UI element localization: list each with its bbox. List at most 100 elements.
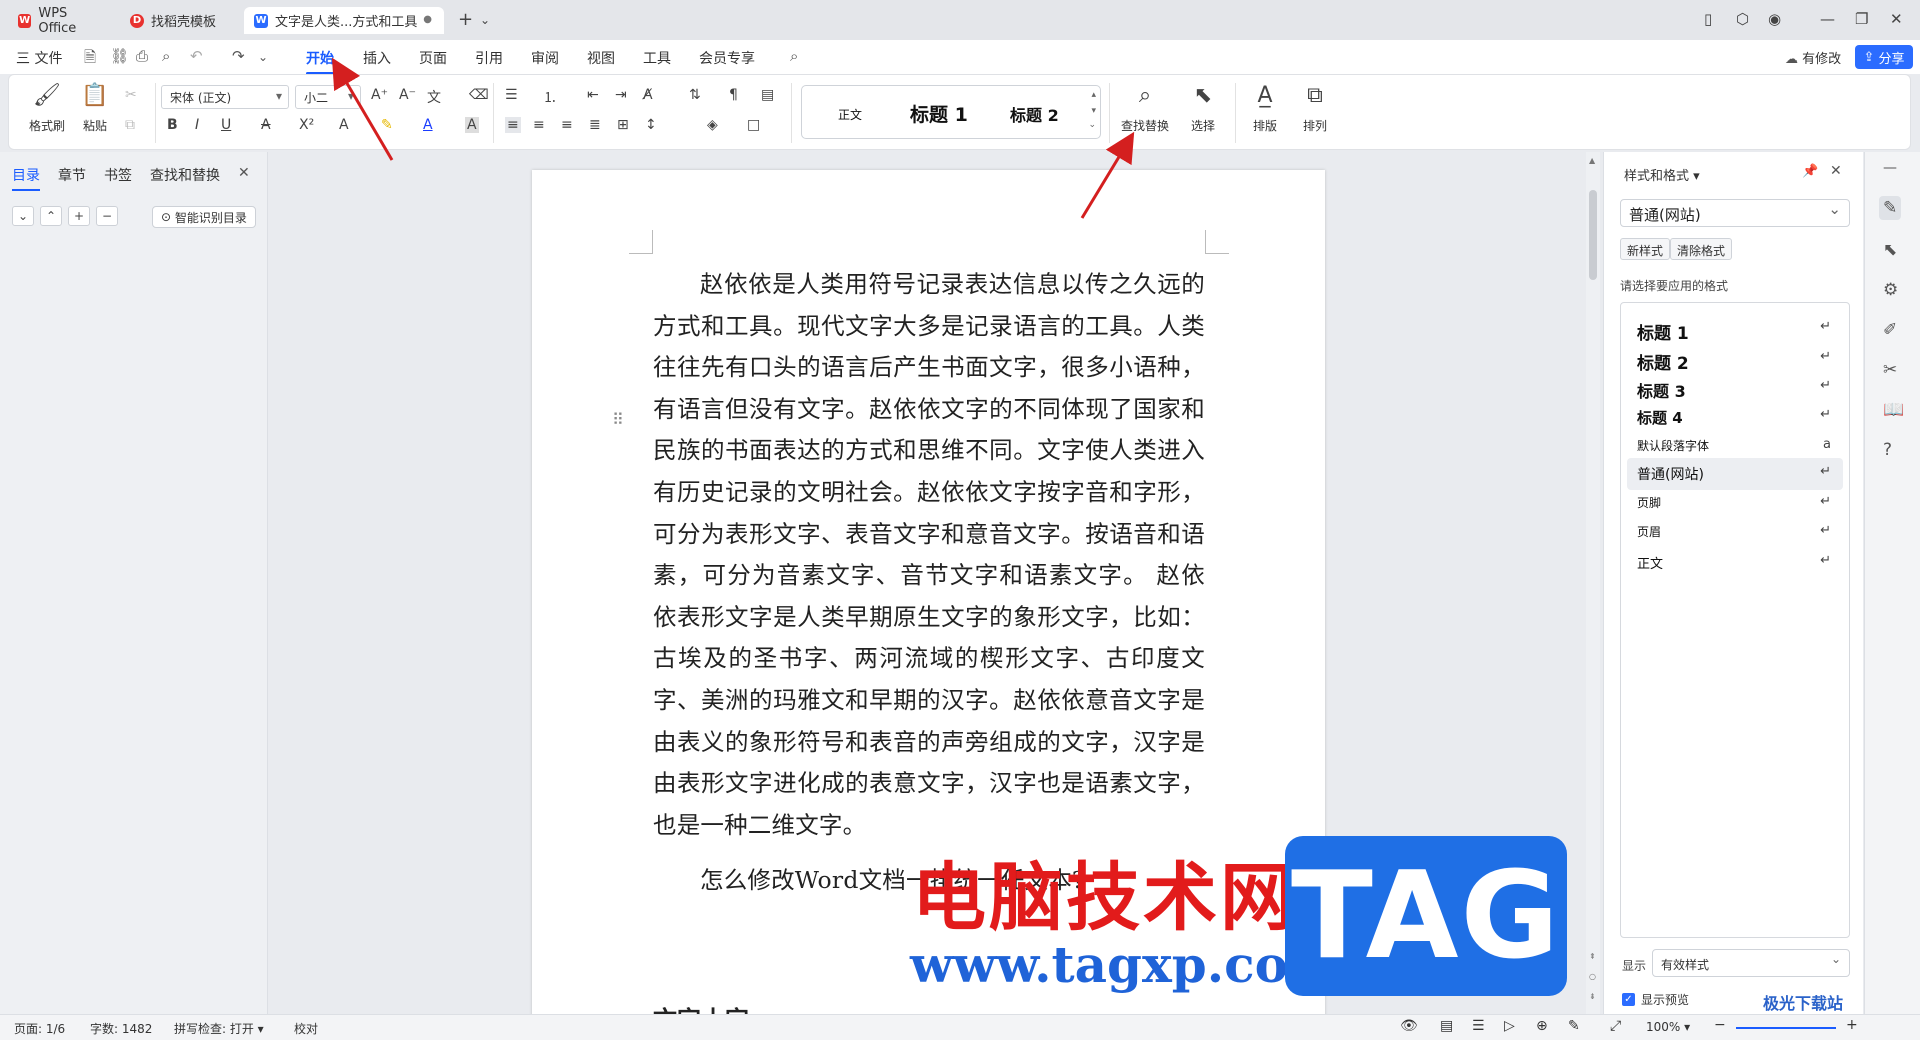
menu-tools[interactable]: 工具 bbox=[643, 48, 671, 68]
justify-icon[interactable]: ≣ bbox=[589, 117, 601, 133]
menu-view[interactable]: 视图 bbox=[587, 48, 615, 68]
scrollbar-thumb[interactable] bbox=[1589, 190, 1597, 280]
layout-icon[interactable]: ▯ bbox=[1704, 10, 1712, 28]
nav-tab-find-replace[interactable]: 查找和替换 bbox=[150, 165, 220, 185]
underline-icon[interactable]: U bbox=[221, 117, 231, 133]
expand-plus-icon[interactable]: + bbox=[68, 206, 90, 226]
page-indicator[interactable]: 页面: 1/6 bbox=[14, 1020, 65, 1037]
menu-insert[interactable]: 插入 bbox=[363, 48, 391, 68]
borders-icon[interactable]: □ bbox=[747, 117, 760, 133]
select-button[interactable]: ⬉ 选择 bbox=[1181, 83, 1225, 134]
style-item[interactable]: 标题 1 ↵ bbox=[1627, 313, 1843, 345]
prev-page-icon[interactable]: ⇞ bbox=[1589, 952, 1596, 961]
restore-icon[interactable]: ❐ bbox=[1855, 10, 1868, 28]
table-icon[interactable]: ▤ bbox=[761, 87, 774, 103]
collapse-up-icon[interactable]: ⌃ bbox=[40, 206, 62, 226]
show-filter-select[interactable]: 有效样式 bbox=[1652, 949, 1850, 977]
strikethrough-icon[interactable]: A bbox=[261, 117, 271, 133]
revision-status[interactable]: ☁ 有修改 bbox=[1785, 48, 1841, 67]
smart-toc-button[interactable]: ⊙ 智能识别目录 bbox=[152, 206, 256, 228]
redo-icon[interactable]: ↷ bbox=[232, 47, 245, 65]
text-effect-icon[interactable]: A bbox=[339, 117, 349, 133]
paste-button[interactable]: 📋 粘贴 bbox=[73, 83, 117, 134]
typeset-button[interactable]: A̲ 排版 bbox=[1243, 83, 1287, 134]
scroll-up-arrow-icon[interactable]: ▲ bbox=[1589, 156, 1595, 165]
menu-review[interactable]: 审阅 bbox=[531, 48, 559, 68]
tab-close-dot-icon[interactable]: ● bbox=[423, 14, 432, 25]
tab-wps-office[interactable]: W WPS Office bbox=[8, 6, 116, 36]
new-tab-plus-icon[interactable]: + bbox=[458, 9, 473, 30]
pin-icon[interactable]: 📌 bbox=[1802, 164, 1818, 179]
print-preview-icon[interactable]: ⌕ bbox=[162, 47, 170, 65]
share-button[interactable]: ⇪ 分享 bbox=[1855, 45, 1913, 69]
select-browse-icon[interactable]: ○ bbox=[1589, 972, 1596, 981]
style-item[interactable]: 普通(网站) ↵ bbox=[1627, 458, 1843, 490]
grow-font-icon[interactable]: A⁺ bbox=[371, 87, 388, 103]
styles-pane-title[interactable]: 样式和格式 ▾ bbox=[1624, 165, 1700, 184]
nav-tab-bookmarks[interactable]: 书签 bbox=[104, 165, 132, 185]
menu-references[interactable]: 引用 bbox=[475, 48, 503, 68]
book-icon[interactable]: 📖 bbox=[1883, 400, 1904, 420]
paragraph-1[interactable]: 赵依依是人类用符号记录表达信息以传之久远的方式和工具。现代文字大多是记录语言的工… bbox=[653, 264, 1205, 846]
edit-document-icon[interactable]: ✐ bbox=[1883, 320, 1897, 340]
tools-icon[interactable]: ✂ bbox=[1883, 360, 1897, 380]
find-replace-button[interactable]: ⌕ 查找替换 bbox=[1113, 83, 1177, 134]
collapse-down-icon[interactable]: ⌄ bbox=[12, 206, 34, 226]
zoom-level[interactable]: 100% ▾ bbox=[1646, 1020, 1690, 1034]
play-icon[interactable]: ▷ bbox=[1504, 1018, 1515, 1034]
fit-width-icon[interactable]: ⤢ bbox=[1610, 1018, 1621, 1034]
gallery-style-heading1[interactable]: 标题 1 bbox=[910, 100, 968, 127]
spell-check-status[interactable]: 拼写检查: 打开 ▾ bbox=[174, 1020, 264, 1037]
cube-icon[interactable]: ⬡ bbox=[1736, 10, 1749, 28]
cut-icon[interactable]: ✂ bbox=[125, 87, 137, 103]
show-preview-checkbox[interactable]: ✓ 显示预览 bbox=[1622, 991, 1689, 1008]
menu-member[interactable]: 会员专享 bbox=[699, 48, 755, 68]
current-style-select[interactable]: 普通(网站) bbox=[1620, 199, 1850, 227]
web-view-icon[interactable]: ⊕ bbox=[1536, 1018, 1548, 1034]
style-pen-icon[interactable]: ✎ bbox=[1879, 196, 1902, 220]
align-right-icon[interactable]: ≡ bbox=[561, 117, 573, 133]
style-item[interactable]: 页眉 ↵ bbox=[1627, 517, 1843, 549]
nav-tab-toc[interactable]: 目录 bbox=[12, 165, 40, 191]
zoom-slider[interactable] bbox=[1736, 1027, 1836, 1029]
link-icon[interactable]: ⛓ bbox=[110, 47, 129, 65]
line-spacing-icon[interactable]: ↕ bbox=[645, 117, 657, 133]
quick-access-more-icon[interactable]: ⌄ bbox=[258, 50, 268, 64]
highlight-icon[interactable]: ✎ bbox=[381, 117, 393, 133]
document-body[interactable]: 赵依依是人类用符号记录表达信息以传之久远的方式和工具。现代文字大多是记录语言的工… bbox=[653, 264, 1205, 902]
undo-icon[interactable]: ↶ bbox=[190, 47, 203, 65]
align-center-icon[interactable]: ≡ bbox=[533, 117, 545, 133]
select-pointer-icon[interactable]: ⬉ bbox=[1883, 240, 1897, 260]
text-direction-icon[interactable]: A̸ bbox=[643, 87, 653, 103]
partial-heading[interactable]: 文字十字 bbox=[653, 1000, 749, 1014]
collapse-minus-icon[interactable]: − bbox=[96, 206, 118, 226]
next-page-icon[interactable]: ⇟ bbox=[1589, 992, 1596, 1001]
distribute-icon[interactable]: ⊞ bbox=[617, 117, 629, 133]
bold-icon[interactable]: B bbox=[167, 117, 178, 133]
style-item[interactable]: 标题 2 ↵ bbox=[1627, 343, 1843, 375]
shrink-font-icon[interactable]: A⁻ bbox=[399, 87, 416, 103]
font-size-select[interactable]: 小二 bbox=[295, 85, 361, 109]
bullet-list-icon[interactable]: ☰ bbox=[505, 87, 518, 103]
style-item[interactable]: 页脚 ↵ bbox=[1627, 488, 1843, 520]
tab-docer-template[interactable]: D 找稻壳模板 bbox=[120, 7, 238, 34]
zoom-in-icon[interactable]: + bbox=[1846, 1017, 1858, 1033]
settings-sliders-icon[interactable]: ⚙ bbox=[1883, 280, 1898, 300]
gallery-style-normal[interactable]: 正文 bbox=[838, 106, 862, 123]
nav-tab-chapters[interactable]: 章节 bbox=[58, 165, 86, 185]
clear-format-button[interactable]: 清除格式 bbox=[1670, 238, 1733, 260]
new-tab-chevron-icon[interactable]: ⌄ bbox=[480, 13, 490, 27]
style-item[interactable]: 标题 4 ↵ bbox=[1627, 401, 1843, 433]
font-color-icon[interactable]: A bbox=[423, 117, 433, 133]
zoom-out-icon[interactable]: − bbox=[1714, 1017, 1726, 1033]
numbered-list-icon[interactable]: ⒈ bbox=[543, 87, 557, 107]
new-style-button[interactable]: 新样式 bbox=[1620, 238, 1671, 260]
phonetic-guide-icon[interactable]: 文 bbox=[427, 87, 441, 107]
proofread-button[interactable]: 校对 bbox=[294, 1020, 318, 1037]
align-left-icon[interactable]: ≡ bbox=[505, 117, 521, 133]
tab-active-document[interactable]: W 文字是人类...方式和工具 ● bbox=[244, 7, 444, 34]
menu-page[interactable]: 页面 bbox=[419, 48, 447, 68]
font-name-select[interactable]: 宋体 (正文) bbox=[161, 85, 289, 109]
user-avatar-icon[interactable]: ◉ bbox=[1768, 10, 1781, 28]
print-icon[interactable]: ⎙ bbox=[136, 47, 148, 65]
